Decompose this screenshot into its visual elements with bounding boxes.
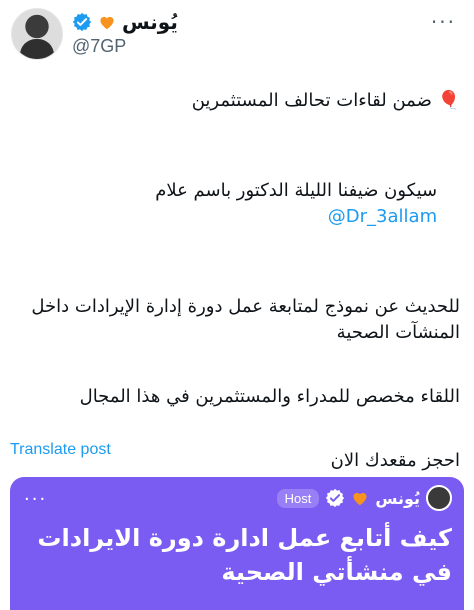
card-host-row: يُونس Host (276, 485, 452, 511)
avatar[interactable] (11, 8, 63, 60)
author-handle[interactable]: @7GP (72, 36, 126, 57)
post-line-1: 🎈 ضمن لقاءات تحالف المستثمرين (191, 90, 460, 111)
space-title: كيف أتابع عمل ادارة دورة الايرادات في من… (37, 524, 452, 586)
post-line-blank-3 (12, 352, 460, 378)
space-card[interactable]: يُونس Host ··· كيف أتابع عمل ادارة دورة … (10, 477, 464, 610)
post-line-blank-4 (12, 416, 460, 442)
post-line-blank-1 (12, 120, 460, 146)
post-line-blank-2 (12, 262, 460, 288)
verified-badge-icon (325, 488, 345, 508)
author-name[interactable]: يُونس (122, 10, 178, 34)
post-text: 🎈 ضمن لقاءات تحالف المستثمرين سيكون ضيفن… (12, 88, 460, 480)
host-avatar (426, 485, 452, 511)
card-more-options-icon[interactable]: ··· (24, 489, 47, 510)
host-badge: Host (276, 488, 320, 508)
mention-link[interactable]: @Dr_3allam (328, 206, 437, 227)
more-options-icon[interactable]: ··· (431, 10, 456, 34)
post-line-5: للحديث عن نموذج لمتابعة عمل دورة إدارة ا… (25, 296, 460, 343)
post-line-3: سيكون ضيفنا الليلة الدكتور باسم علام @Dr… (12, 152, 460, 256)
post-header: يُونس @7GP ··· (0, 0, 474, 80)
translate-post-link[interactable]: Translate post (10, 441, 111, 459)
orange-heart-icon (351, 490, 369, 506)
orange-heart-icon (98, 14, 116, 30)
post-line-7: اللقاء مخصص للمدراء والمستثمرين في هذا ا… (79, 386, 460, 407)
author-row: يُونس (72, 10, 178, 34)
host-name: يُونس (375, 488, 420, 508)
verified-badge-icon (72, 12, 92, 32)
post-line-3-text: سيكون ضيفنا الليلة الدكتور باسم علام (155, 180, 438, 201)
